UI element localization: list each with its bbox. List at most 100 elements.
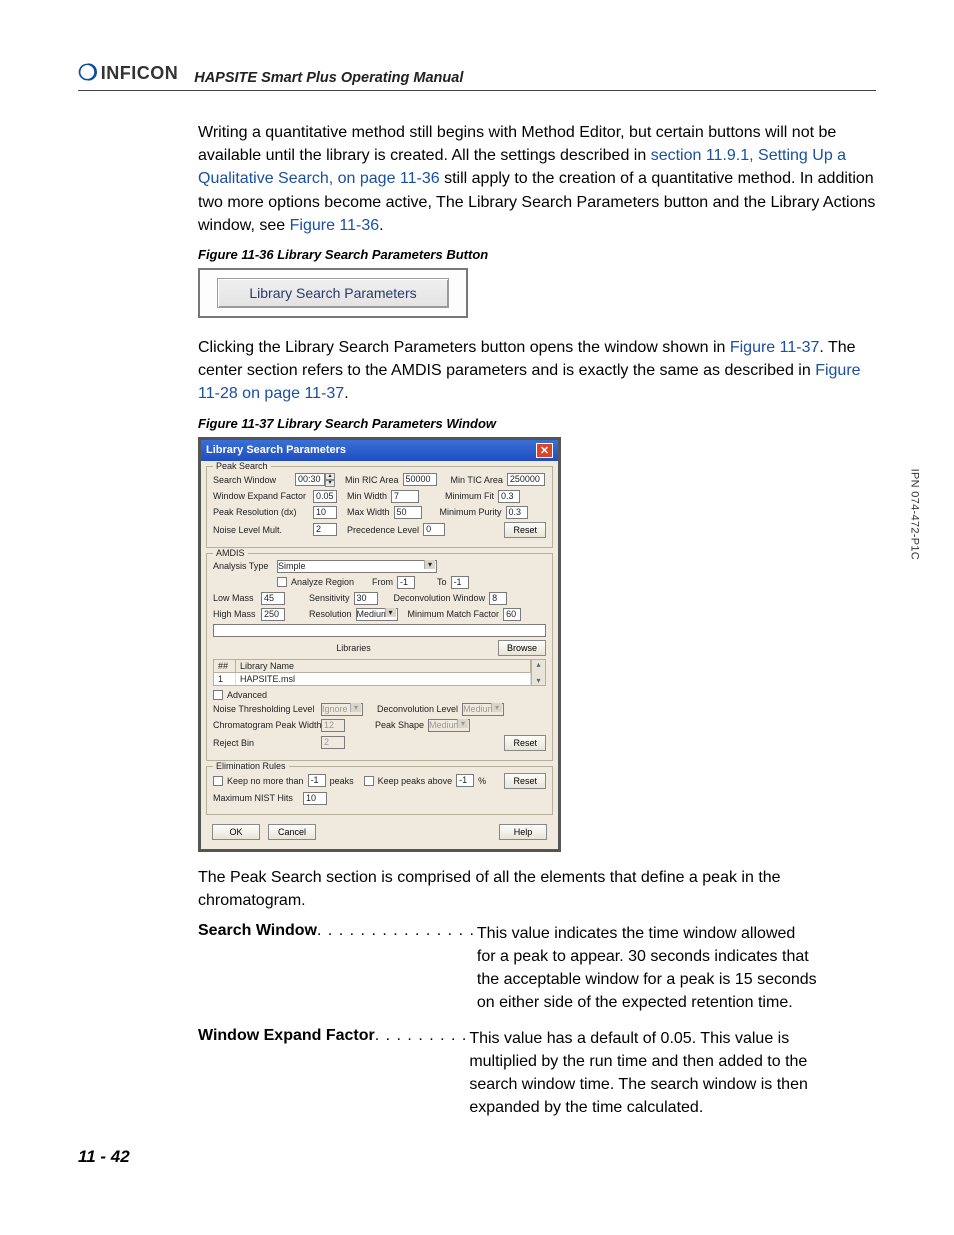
keep-no-more-label: Keep no more than bbox=[227, 776, 304, 786]
link-figure-11-37[interactable]: Figure 11-37 bbox=[730, 339, 820, 356]
advanced-label: Advanced bbox=[227, 690, 267, 700]
close-icon[interactable]: ✕ bbox=[536, 443, 553, 458]
analysis-type-label: Analysis Type bbox=[213, 561, 273, 571]
min-fit-input[interactable]: 0.3 bbox=[498, 490, 520, 503]
spin-down-icon[interactable]: ▾ bbox=[325, 480, 335, 487]
figure-11-37-caption: Figure 11-37 Library Search Parameters W… bbox=[198, 416, 876, 431]
cancel-button[interactable]: Cancel bbox=[268, 824, 316, 840]
advanced-checkbox[interactable] bbox=[213, 690, 223, 700]
libraries-scrollbar[interactable]: ▴▾ bbox=[532, 659, 546, 686]
th-libname: Library Name bbox=[236, 660, 531, 672]
low-mass-input[interactable]: 45 bbox=[261, 592, 285, 605]
max-nist-input[interactable]: 10 bbox=[303, 792, 327, 805]
dialog-title-text: Library Search Parameters bbox=[206, 444, 346, 456]
peak-shape-label: Peak Shape bbox=[375, 720, 424, 730]
high-mass-label: High Mass bbox=[213, 609, 257, 619]
elim-reset-button[interactable]: Reset bbox=[504, 773, 546, 789]
noise-mult-label: Noise Level Mult. bbox=[213, 525, 309, 535]
peak-search-legend: Peak Search bbox=[213, 461, 271, 471]
high-mass-input[interactable]: 250 bbox=[261, 608, 285, 621]
dialog-titlebar[interactable]: Library Search Parameters ✕ bbox=[201, 440, 558, 461]
min-purity-input[interactable]: 0.3 bbox=[506, 506, 528, 519]
paragraph-2: Clicking the Library Search Parameters b… bbox=[198, 336, 876, 406]
to-label: To bbox=[437, 577, 447, 587]
peak-res-input[interactable]: 10 bbox=[313, 506, 337, 519]
elimination-rules-group: Elimination Rules Keep no more than -1 p… bbox=[206, 766, 553, 815]
max-nist-label: Maximum NIST Hits bbox=[213, 793, 299, 803]
scroll-up-icon[interactable]: ▴ bbox=[536, 660, 540, 669]
noise-thresh-label: Noise Thresholding Level bbox=[213, 704, 317, 714]
side-ipn: IPN 074-472-P1C bbox=[908, 469, 920, 560]
analysis-type-select[interactable]: Simple bbox=[277, 560, 437, 573]
browse-button[interactable]: Browse bbox=[498, 640, 546, 656]
peak-res-label: Peak Resolution (dx) bbox=[213, 507, 309, 517]
amdis-legend: AMDIS bbox=[213, 548, 248, 558]
libraries-table-header: ## Library Name bbox=[213, 659, 532, 673]
from-input[interactable]: -1 bbox=[397, 576, 415, 589]
chrom-peak-width-input: 12 bbox=[321, 719, 345, 732]
analyze-region-checkbox[interactable] bbox=[277, 577, 287, 587]
peak-shape-select: Medium bbox=[428, 719, 470, 732]
to-input[interactable]: -1 bbox=[451, 576, 469, 589]
keep-above-checkbox[interactable] bbox=[364, 776, 374, 786]
library-search-parameters-dialog: Library Search Parameters ✕ Peak Search … bbox=[198, 437, 561, 852]
figure-11-36-caption: Figure 11-36 Library Search Parameters B… bbox=[198, 247, 876, 262]
min-ric-input[interactable]: 50000 bbox=[403, 473, 437, 486]
paragraph-3: The Peak Search section is comprised of … bbox=[198, 866, 876, 912]
keep-above-input[interactable]: -1 bbox=[456, 774, 474, 787]
library-search-parameters-button[interactable]: Library Search Parameters bbox=[217, 278, 449, 308]
def-term: Search Window bbox=[198, 922, 317, 1015]
page-number: 11 - 42 bbox=[78, 1147, 876, 1167]
brand-logo: ❍ INFICON bbox=[78, 60, 178, 86]
sensitivity-input[interactable]: 30 bbox=[354, 592, 378, 605]
min-match-input[interactable]: 60 bbox=[503, 608, 521, 621]
def-desc: This value has a default of 0.05. This v… bbox=[469, 1027, 809, 1120]
ok-button[interactable]: OK bbox=[212, 824, 260, 840]
wef-label: Window Expand Factor bbox=[213, 491, 309, 501]
doc-title: HAPSITE Smart Plus Operating Manual bbox=[194, 70, 463, 86]
max-width-label: Max Width bbox=[347, 507, 390, 517]
elimination-legend: Elimination Rules bbox=[213, 761, 289, 771]
keep-no-more-checkbox[interactable] bbox=[213, 776, 223, 786]
wef-input[interactable]: 0.05 bbox=[313, 490, 337, 503]
min-width-input[interactable]: 7 bbox=[391, 490, 419, 503]
search-window-label: Search Window bbox=[213, 475, 291, 485]
libraries-path-input[interactable] bbox=[213, 624, 546, 637]
spin-up-icon[interactable]: ▴ bbox=[325, 473, 335, 480]
search-window-input[interactable]: 00:30▴▾ bbox=[295, 473, 335, 487]
min-width-label: Min Width bbox=[347, 491, 387, 501]
table-row[interactable]: 1 HAPSITE.msl bbox=[213, 673, 532, 686]
th-index: ## bbox=[214, 660, 236, 672]
min-tic-label: Min TIC Area bbox=[451, 475, 503, 485]
reject-bin-label: Reject Bin bbox=[213, 738, 317, 748]
amdis-group: AMDIS Analysis Type Simple Analyze Regio… bbox=[206, 553, 553, 761]
chrom-peak-width-label: Chromatogram Peak Width bbox=[213, 720, 317, 730]
noise-thresh-select: Ignore bbox=[321, 703, 363, 716]
help-button[interactable]: Help bbox=[499, 824, 547, 840]
min-fit-label: Minimum Fit bbox=[445, 491, 494, 501]
page-header: ❍ INFICON HAPSITE Smart Plus Operating M… bbox=[78, 60, 876, 91]
td-index: 1 bbox=[214, 673, 236, 685]
def-search-window: Search Window . . . . . . . . . . . . . … bbox=[198, 922, 876, 1015]
min-tic-input[interactable]: 250000 bbox=[507, 473, 545, 486]
reject-bin-input: 2 bbox=[321, 736, 345, 749]
low-mass-label: Low Mass bbox=[213, 593, 257, 603]
deconv-window-input[interactable]: 8 bbox=[489, 592, 507, 605]
peak-reset-button[interactable]: Reset bbox=[504, 522, 546, 538]
noise-mult-input[interactable]: 2 bbox=[313, 523, 337, 536]
deconv-level-label: Deconvolution Level bbox=[377, 704, 458, 714]
link-figure-11-36[interactable]: Figure 11-36 bbox=[290, 217, 380, 234]
min-ric-label: Min RIC Area bbox=[345, 475, 399, 485]
logo-icon: ❍ bbox=[78, 60, 98, 86]
precedence-input[interactable]: 0 bbox=[423, 523, 445, 536]
brand-text: INFICON bbox=[101, 63, 179, 84]
max-width-input[interactable]: 50 bbox=[394, 506, 422, 519]
deconv-level-select: Medium bbox=[462, 703, 504, 716]
resolution-label: Resolution bbox=[309, 609, 352, 619]
resolution-select[interactable]: Medium bbox=[356, 608, 398, 621]
amdis-reset-button[interactable]: Reset bbox=[504, 735, 546, 751]
libraries-label: Libraries bbox=[213, 643, 494, 653]
keep-no-more-input[interactable]: -1 bbox=[308, 774, 326, 787]
keep-above-label: Keep peaks above bbox=[378, 776, 453, 786]
scroll-down-icon[interactable]: ▾ bbox=[536, 676, 540, 685]
